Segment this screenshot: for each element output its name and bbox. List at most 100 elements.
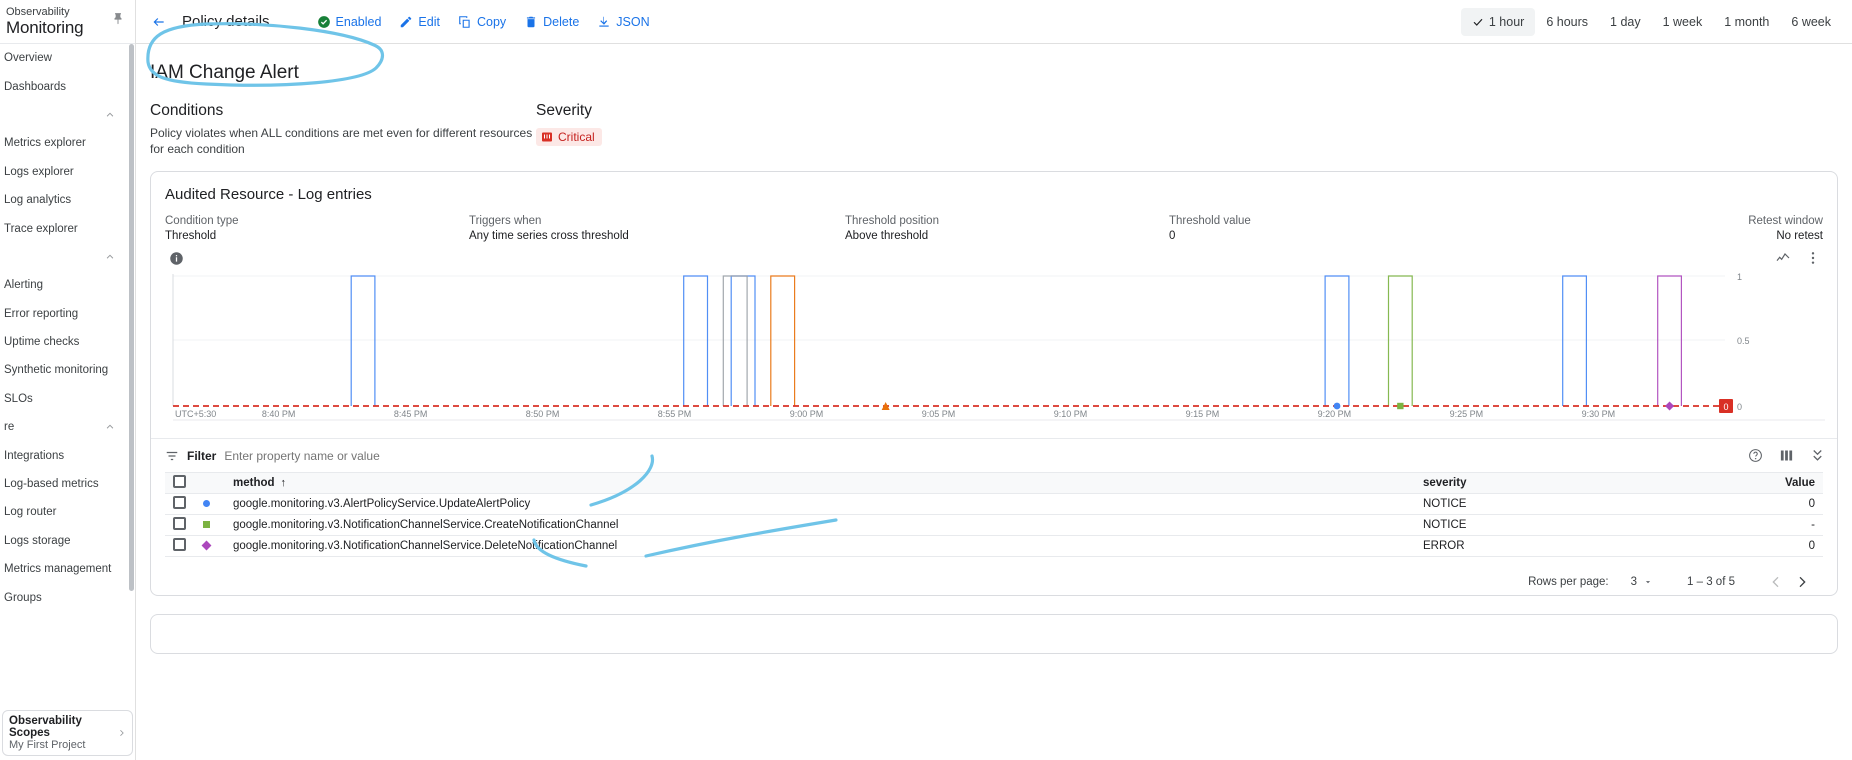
table-row[interactable]: google.monitoring.v3.NotificationChannel… <box>165 536 1823 557</box>
help-circle-icon[interactable] <box>1748 448 1763 463</box>
filter-icon[interactable] <box>165 449 179 463</box>
row-marker-cell <box>203 515 233 536</box>
sidebar-item-error-reporting[interactable]: Error reporting <box>0 300 135 328</box>
select-all-cell <box>165 473 203 494</box>
sidebar-group-2-toggle[interactable] <box>0 243 135 271</box>
sidebar-item-log-based-metrics[interactable]: Log-based metrics <box>0 470 135 498</box>
status-badge: Critical <box>536 128 602 146</box>
conditions-section: Conditions Policy violates when ALL cond… <box>150 102 536 157</box>
sidebar-app-name: Monitoring <box>6 18 84 38</box>
sidebar-item-label: Error reporting <box>4 307 79 320</box>
sidebar-item-integrations[interactable]: Integrations <box>0 441 135 469</box>
copy-icon <box>459 15 470 28</box>
chevron-up-icon <box>106 424 114 429</box>
sidebar-item-metrics-explorer[interactable]: Metrics explorer <box>0 129 135 157</box>
delete-label: Delete <box>543 14 580 29</box>
sidebar-group-1-toggle[interactable] <box>0 101 135 129</box>
alert-policy-title: IAM Change Alert <box>150 62 299 83</box>
time-range-1-day[interactable]: 1 day <box>1599 8 1652 36</box>
time-range-selector: 1 hour 6 hours 1 day 1 week 1 month 6 we… <box>1460 7 1842 36</box>
toolbar: Policy details Enabled Edit Copy Delete … <box>136 0 1852 44</box>
svg-text:8:45 PM: 8:45 PM <box>394 409 428 419</box>
sidebar-item-label: Groups <box>4 591 42 604</box>
pin-icon[interactable] <box>111 12 125 26</box>
observability-scopes-button[interactable]: Observability Scopes My First Project <box>2 710 133 756</box>
row-checkbox[interactable] <box>173 538 186 552</box>
page-title: Policy details <box>182 13 270 30</box>
columns-icon[interactable] <box>1779 448 1794 463</box>
sidebar-item-label: Uptime checks <box>4 336 80 349</box>
sidebar-group-3-label: re <box>4 421 15 434</box>
delete-button[interactable]: Delete <box>515 9 588 35</box>
sidebar-item-alerting[interactable]: Alerting <box>0 271 135 299</box>
sidebar-item-metrics-management[interactable]: Metrics management <box>0 555 135 583</box>
row-select-cell <box>165 515 203 536</box>
pencil-icon <box>401 16 412 27</box>
sidebar-item-logs-storage[interactable]: Logs storage <box>0 527 135 555</box>
sidebar: Observability Monitoring Overview Dashbo… <box>0 0 136 760</box>
back-button[interactable] <box>144 7 174 37</box>
scopes-title: Observability Scopes <box>9 715 82 739</box>
table-header-row: method ↑ severity Value <box>165 472 1823 494</box>
sidebar-item-dashboards[interactable]: Dashboards <box>0 72 135 100</box>
row-checkbox[interactable] <box>173 517 186 531</box>
method-header-cell[interactable]: method ↑ <box>233 473 1423 494</box>
time-range-1-month[interactable]: 1 month <box>1713 8 1780 36</box>
sidebar-item-synthetic-monitoring[interactable]: Synthetic monitoring <box>0 356 135 384</box>
sidebar-item-label: Log router <box>4 506 57 519</box>
severity-header-cell[interactable]: severity <box>1423 473 1703 494</box>
pagination-range: 1 – 3 of 5 <box>1687 576 1735 589</box>
sidebar-scroll: Overview Dashboards Metrics explorer Log… <box>0 44 135 710</box>
sidebar-item-log-analytics[interactable]: Log analytics <box>0 186 135 214</box>
meta-value: Above threshold <box>845 230 929 243</box>
chevron-left-icon <box>1772 577 1779 588</box>
scopes-subtitle: My First Project <box>9 739 86 751</box>
info-icon[interactable] <box>169 251 184 266</box>
sidebar-item-overview[interactable]: Overview <box>0 44 135 72</box>
time-range-6-hours[interactable]: 6 hours <box>1535 8 1599 36</box>
edit-button[interactable]: Edit <box>390 9 449 35</box>
time-range-label: 1 day <box>1610 14 1641 29</box>
chart-toolbar <box>151 242 1837 266</box>
sidebar-header: Observability Monitoring <box>0 0 135 44</box>
chart-line-icon[interactable] <box>1775 250 1791 266</box>
sidebar-item-logs-explorer[interactable]: Logs explorer <box>0 158 135 186</box>
rows-per-page-select[interactable]: 3 <box>1631 576 1653 588</box>
row-checkbox[interactable] <box>173 496 186 510</box>
svg-text:UTC+5:30: UTC+5:30 <box>175 409 216 419</box>
search-input[interactable] <box>224 448 1740 463</box>
collapse-icon[interactable] <box>1810 448 1825 463</box>
sidebar-item-groups[interactable]: Groups <box>0 583 135 611</box>
meta-label: Threshold value <box>1169 215 1251 228</box>
meta-retest-window: Retest window No retest <box>1477 215 1823 242</box>
svg-text:0: 0 <box>1723 402 1728 412</box>
time-range-1-hour[interactable]: 1 hour <box>1460 7 1536 36</box>
conditions-description: Policy violates when ALL conditions are … <box>150 126 533 157</box>
sidebar-group-3-toggle[interactable]: re <box>0 413 135 441</box>
copy-button[interactable]: Copy <box>449 9 515 35</box>
sidebar-item-trace-explorer[interactable]: Trace explorer <box>0 214 135 242</box>
meta-triggers-when: Triggers when Any time series cross thre… <box>469 215 845 242</box>
table-row[interactable]: google.monitoring.v3.AlertPolicyService.… <box>165 494 1823 515</box>
sidebar-item-log-router[interactable]: Log router <box>0 498 135 526</box>
time-range-1-week[interactable]: 1 week <box>1652 8 1714 36</box>
column-header-severity: severity <box>1423 477 1467 490</box>
json-button[interactable]: JSON <box>588 9 658 35</box>
next-page-button[interactable] <box>1789 569 1815 595</box>
prev-page-button[interactable] <box>1763 569 1789 595</box>
row-severity: NOTICE <box>1423 498 1467 511</box>
select-all-checkbox[interactable] <box>173 475 186 489</box>
table-row[interactable]: google.monitoring.v3.NotificationChannel… <box>165 515 1823 536</box>
sidebar-item-uptime-checks[interactable]: Uptime checks <box>0 328 135 356</box>
time-series-chart[interactable]: 1 0.5 0 0 UTC+5:30 8:40 PM 8:45 PM 8:50 PM 8:55 … <box>165 268 1831 438</box>
meta-value: 0 <box>1169 230 1176 243</box>
more-vert-icon[interactable] <box>1805 250 1821 266</box>
sidebar-item-label: Alerting <box>4 279 43 292</box>
sidebar-item-slos[interactable]: SLOs <box>0 385 135 413</box>
value-header-cell[interactable]: Value <box>1703 473 1823 494</box>
row-value: - <box>1811 519 1815 532</box>
condition-card: Audited Resource - Log entries Condition… <box>150 171 1838 597</box>
time-range-6-weeks[interactable]: 6 week <box>1780 8 1842 36</box>
svg-text:9:15 PM: 9:15 PM <box>1186 409 1220 419</box>
enabled-status-button[interactable]: Enabled <box>308 9 391 35</box>
